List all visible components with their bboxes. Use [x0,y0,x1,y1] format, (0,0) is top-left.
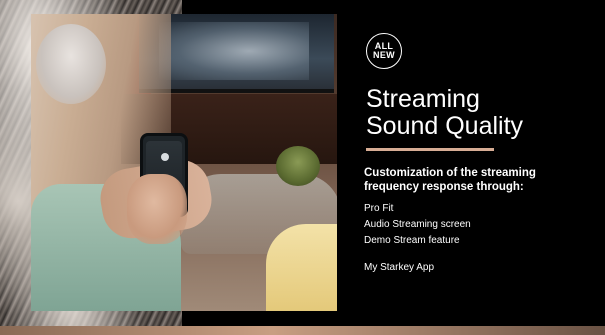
photo-hand [127,174,187,244]
app-name: My Starkey App [364,262,435,273]
feature-item-audio-streaming: Audio Streaming screen [364,219,471,230]
all-new-badge: ALL NEW [366,33,402,69]
subheading-line-1: Customization of the streaming [364,167,536,179]
title-line-2: Sound Quality [366,112,524,140]
photo-person-hair [36,24,106,104]
photo-tv-screen [159,22,309,80]
phone-app-logo [161,153,169,161]
hero-photo [31,14,337,311]
subheading: Customization of the streaming frequency… [364,166,584,194]
badge-line-2: NEW [373,50,395,60]
subheading-line-2: frequency response through: [364,181,524,193]
feature-item-demo-stream: Demo Stream feature [364,235,460,246]
accent-divider [366,148,494,151]
title-line-1: Streaming [366,85,480,113]
slide-title: Streaming Sound Quality [366,86,586,140]
photo-plant [276,146,320,186]
feature-item-pro-fit: Pro Fit [364,203,394,214]
bottom-accent-bar [0,326,605,335]
slide: ALL NEW Streaming Sound Quality Customiz… [0,0,605,335]
photo-partner [266,224,337,311]
